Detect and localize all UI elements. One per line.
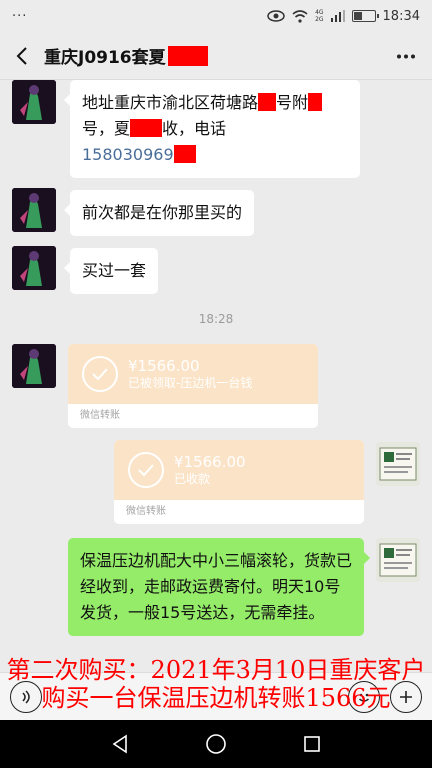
- overlay-caption: 第二次购买：2021年3月10日重庆客户 购买一台保温压边机转账1566元: [0, 656, 432, 712]
- message-bubble[interactable]: 地址重庆市渝北区荷塘路 号附 号，夏 收，电话 158030969: [64, 80, 360, 178]
- check-icon: [82, 356, 118, 392]
- status-icons: 4G 2G 18:34: [267, 9, 420, 24]
- message-text: 买过一套: [82, 261, 147, 280]
- avatar[interactable]: [12, 246, 56, 290]
- status-time: 18:34: [382, 8, 420, 24]
- transfer-amount: ¥1566.00: [128, 357, 200, 375]
- timestamp: 18:28: [198, 312, 234, 326]
- redaction-mark: [173, 145, 196, 163]
- avatar[interactable]: [12, 188, 56, 232]
- message-text: 号，夏: [82, 119, 131, 138]
- transfer-card-top: ¥1566.00 已被领取-压边机一台钱: [68, 344, 318, 404]
- nav-back-icon[interactable]: [108, 732, 132, 756]
- nav-home-icon[interactable]: [204, 732, 228, 756]
- redaction-mark: [258, 93, 277, 111]
- caption-line: 第二次购买：2021年3月10日重庆客户: [6, 656, 426, 684]
- transfer-info: ¥1566.00 已收款: [174, 453, 246, 487]
- message-bubble[interactable]: 买过一套: [63, 248, 159, 294]
- chat-area[interactable]: 地址重庆市渝北区荷塘路 号附 号，夏 收，电话 158030969 前次都是在你那里…: [0, 80, 432, 672]
- system-nav-bar: [0, 720, 432, 768]
- transfer-status: 已被领取-压边机一台钱: [128, 376, 253, 390]
- check-icon: [128, 452, 164, 488]
- chat-title: 重庆J0916套夏: [44, 43, 208, 68]
- avatar[interactable]: [376, 538, 420, 582]
- transfer-info: ¥1566.00 已被领取-压边机一台钱: [128, 357, 252, 391]
- battery-icon: [351, 10, 379, 22]
- avatar[interactable]: [12, 344, 56, 388]
- signal-icon: [330, 10, 345, 22]
- message-text: 地址重庆市渝北区荷塘路: [82, 93, 259, 112]
- transfer-footer: 微信转账: [80, 410, 120, 421]
- network-type: 4G 2G: [315, 9, 323, 23]
- message-text: 前次都是在你那里买的: [82, 203, 243, 222]
- chat-title-text: 重庆J0916套夏: [44, 48, 166, 68]
- status-dots: ···: [12, 8, 28, 24]
- net-4g: 4G: [315, 9, 324, 16]
- message-line: 号，夏 收，电话: [82, 116, 348, 142]
- message-bubble[interactable]: 保温压边机配大中小三幅滚轮，货款已经收到，走邮政运费寄付。明天10号发货，一般1…: [68, 538, 370, 636]
- message-text: 号附: [276, 93, 309, 112]
- transfer-amount: ¥1566.00: [174, 453, 246, 471]
- message-line: 158030969: [82, 142, 348, 168]
- transfer-card-top: ¥1566.00 已收款: [114, 440, 364, 500]
- message-bubble[interactable]: 前次都是在你那里买的: [63, 190, 255, 236]
- nav-recent-icon[interactable]: [300, 732, 324, 756]
- chat-header: 重庆J0916套夏: [0, 32, 432, 80]
- message-text: 保温压边机配大中小三幅滚轮，货款已经收到，走邮政运费寄付。明天10号发货，一般1…: [80, 551, 353, 622]
- eye-icon: [267, 10, 285, 22]
- chevron-left-icon[interactable]: [0, 32, 44, 80]
- caption-line: 购买一台保温压边机转账1566元: [41, 684, 391, 712]
- redaction-mark: [308, 93, 323, 111]
- avatar[interactable]: [12, 80, 56, 124]
- phone-link[interactable]: 158030969: [82, 145, 174, 164]
- message-line: 地址重庆市渝北区荷塘路 号附: [82, 90, 348, 116]
- more-dots-icon[interactable]: [394, 44, 418, 68]
- redaction-mark: [167, 45, 208, 66]
- avatar[interactable]: [376, 442, 420, 486]
- transfer-status: 已收款: [174, 472, 211, 486]
- redaction-mark: [130, 119, 163, 137]
- message-text: 收，电话: [162, 119, 227, 138]
- net-2g: 2G: [315, 16, 324, 23]
- transfer-footer: 微信转账: [126, 506, 166, 517]
- status-bar: ··· 4G 2G 18:34: [0, 0, 432, 32]
- transfer-card[interactable]: ¥1566.00 已被领取-压边机一台钱 微信转账: [68, 344, 318, 428]
- transfer-card[interactable]: ¥1566.00 已收款 微信转账: [114, 440, 364, 524]
- wifi-icon: [292, 9, 308, 23]
